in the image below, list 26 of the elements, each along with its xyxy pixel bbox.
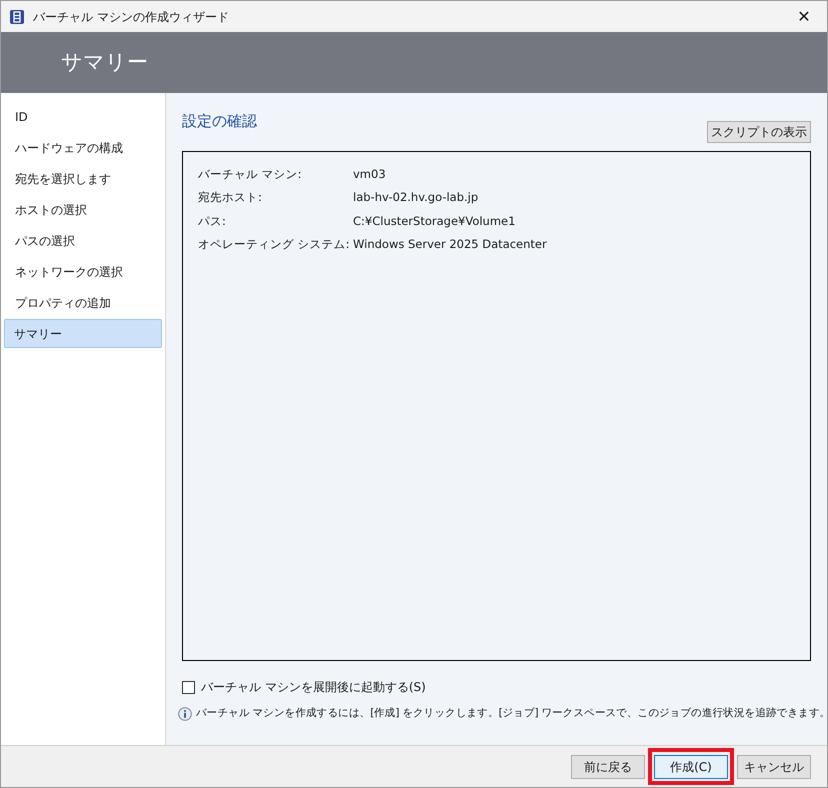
summary-value: vm03 <box>353 166 387 183</box>
summary-value: C:¥ClusterStorage¥Volume1 <box>353 212 516 230</box>
sidebar-item[interactable]: ID <box>4 102 162 131</box>
sidebar-item[interactable]: サマリー <box>4 319 162 348</box>
summary-label: 宛先ホスト: <box>198 189 263 206</box>
checkbox-label[interactable]: バーチャル マシンを展開後に起動する(S) <box>201 678 426 696</box>
close-button[interactable]: ✕ <box>789 8 819 24</box>
dialog-button[interactable]: キャンセル <box>737 754 811 778</box>
page-title: サマリー <box>61 48 148 76</box>
summary-label: バーチャル マシン: <box>198 166 303 183</box>
sidebar-item[interactable]: ホストの選択 <box>4 195 162 224</box>
summary-label: パス: <box>198 212 227 230</box>
dialog-button[interactable]: 作成(C) <box>654 755 728 779</box>
info-message: バーチャル マシンを作成するには、[作成] をクリックします。[ジョブ] ワークスペースで、このジョブの進行状況を追跡できます。 <box>196 706 828 721</box>
sidebar-item[interactable]: パスの選択 <box>4 226 162 255</box>
window-title: バーチャル マシンの作成ウィザード <box>33 8 230 26</box>
dialog-button[interactable]: 前に戻る <box>571 754 645 778</box>
summary-value: lab-hv-02.hv.go-lab.jp <box>353 189 480 206</box>
sidebar-item[interactable]: ハードウェアの構成 <box>4 133 162 162</box>
summary-value: Windows Server 2025 Datacenter <box>353 236 548 253</box>
sidebar-item[interactable]: プロパティの追加 <box>4 288 162 317</box>
section-heading: 設定の確認 <box>182 111 257 132</box>
sidebar-item[interactable]: ネットワークの選択 <box>4 257 162 286</box>
sidebar-item[interactable]: 宛先を選択します <box>4 164 162 193</box>
show-script-button[interactable]: スクリプトの表示 <box>707 121 811 143</box>
summary-label: オペレーティング システム: <box>198 236 351 253</box>
